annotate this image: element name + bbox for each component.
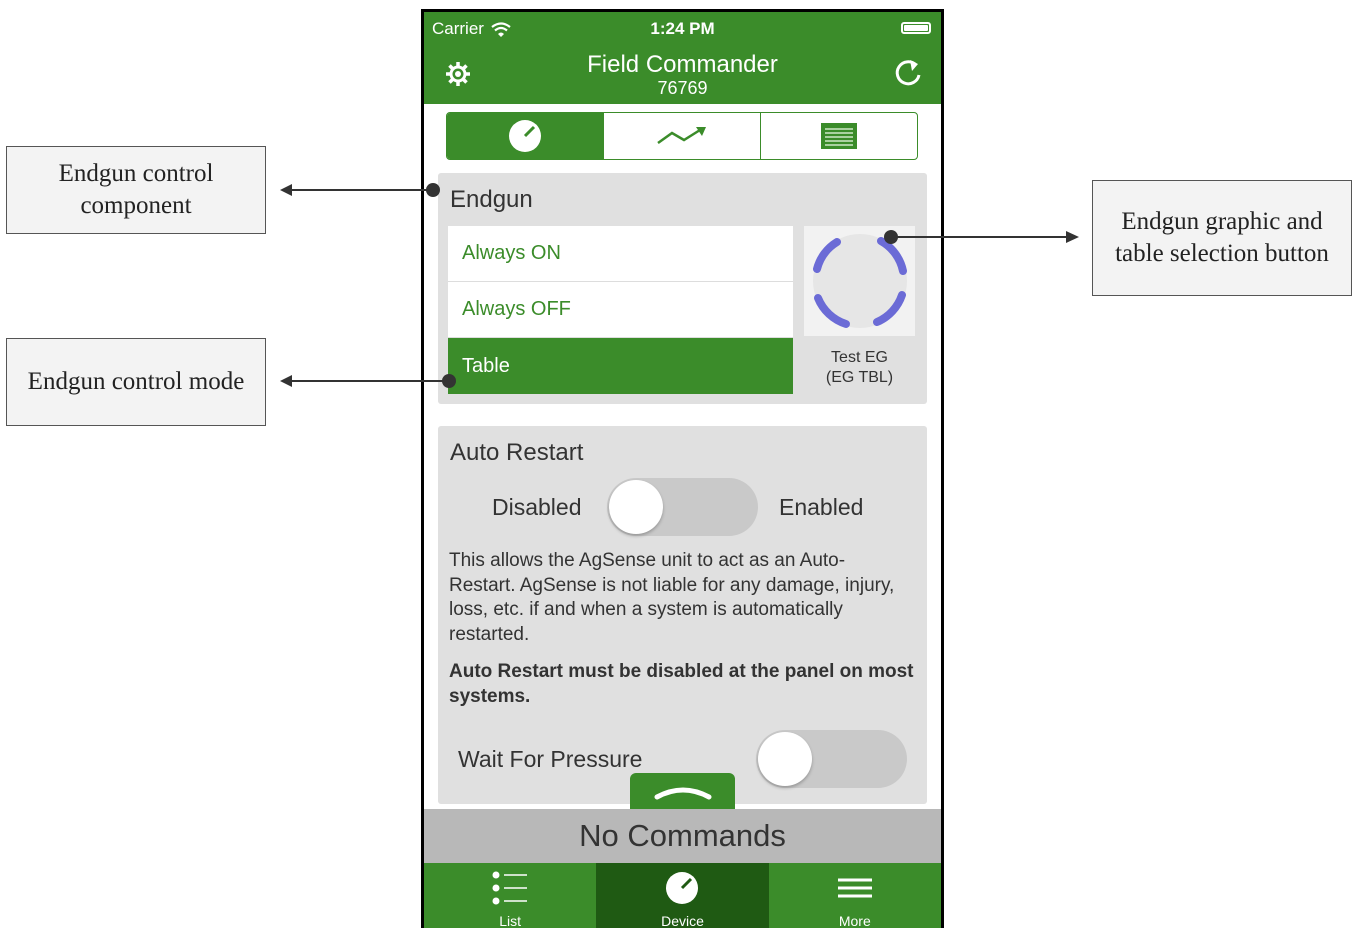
- annotation-arrows: [280, 183, 1079, 388]
